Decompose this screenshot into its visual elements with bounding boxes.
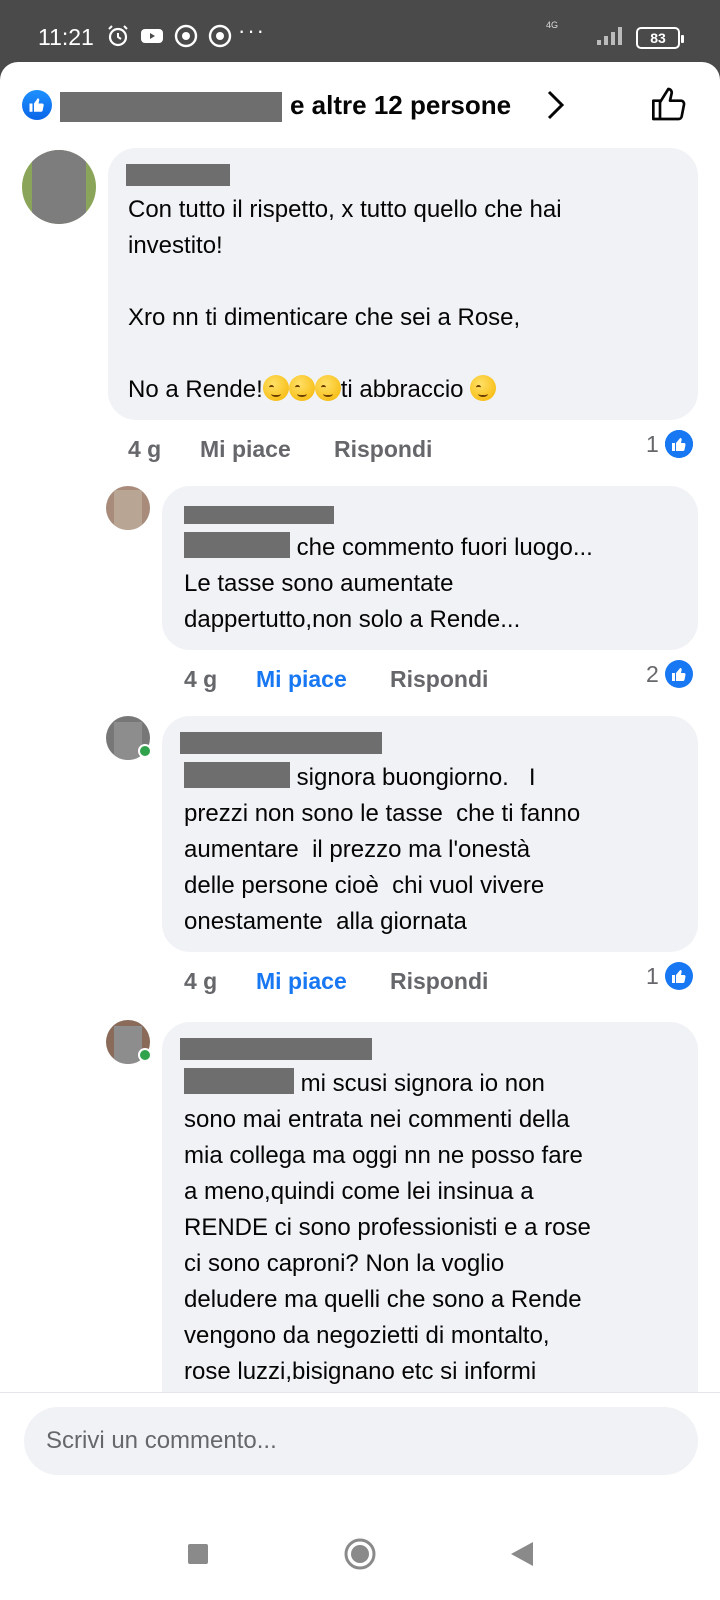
redacted-mention: [184, 1068, 294, 1094]
hug-emoji-icon: [470, 375, 497, 401]
comment-bubble: signora buongiorno. I prezzi non sono le…: [162, 716, 698, 952]
like-reaction-icon: [664, 660, 693, 688]
redacted-author: [126, 164, 230, 186]
status-time: 11:21: [38, 24, 94, 50]
like-reaction-icon: [664, 962, 693, 990]
chrome-icon: [174, 24, 198, 48]
status-bar: 11:21 ··· 4G 83: [0, 0, 720, 68]
smirk-emoji-icon: [314, 375, 341, 401]
comment-bubble: mi scusi signora io non sono mai entrata…: [162, 1022, 698, 1442]
smirk-emoji-icon: [288, 375, 315, 401]
reply-button[interactable]: Rispondi: [334, 436, 432, 463]
comment-age: 4 g: [184, 968, 218, 994]
chrome-icon-2: [208, 24, 232, 48]
reactions-header[interactable]: e altre 12 persone: [0, 62, 720, 150]
redacted-author: [180, 732, 382, 754]
back-icon[interactable]: [504, 1536, 540, 1572]
like-count[interactable]: 1: [646, 962, 693, 990]
more-notifications-icon: ···: [238, 18, 266, 43]
redacted-author: [180, 1038, 372, 1060]
redacted-author: [184, 506, 334, 524]
like-button-icon[interactable]: [650, 84, 690, 124]
status-right: 4G 83: [546, 20, 684, 51]
comment-bubble: che commento fuori luogo... Le tasse son…: [162, 486, 698, 650]
recents-icon[interactable]: [180, 1536, 216, 1572]
comments-sheet: e altre 12 persone Con tutto il rispetto…: [0, 62, 720, 1600]
online-status-icon: [138, 1048, 152, 1062]
system-nav-bar: [0, 1500, 720, 1600]
reply-button[interactable]: Rispondi: [390, 968, 488, 995]
like-count[interactable]: 2: [646, 660, 693, 688]
comment-text: mi scusi signora io non sono mai entrata…: [184, 1068, 591, 1385]
comment-input[interactable]: [24, 1407, 698, 1475]
chevron-right-icon[interactable]: [545, 88, 567, 122]
network-type: 4G: [546, 20, 559, 30]
avatar[interactable]: [106, 486, 150, 530]
redacted-mention: [184, 532, 290, 558]
comment-text: Con tutto il rispetto, x tutto quello ch…: [128, 196, 562, 403]
redacted-mention: [184, 762, 290, 788]
avatar[interactable]: [22, 150, 96, 224]
online-status-icon: [138, 744, 152, 758]
reactors-summary: e altre 12 persone: [290, 90, 512, 120]
like-button[interactable]: Mi piace: [256, 968, 390, 995]
youtube-icon: [140, 24, 164, 48]
home-icon[interactable]: [342, 1536, 378, 1572]
smirk-emoji-icon: [262, 375, 289, 401]
comment-text: che commento fuori luogo... Le tasse son…: [184, 532, 593, 633]
like-reaction-icon: [22, 90, 52, 120]
notification-icons: [106, 24, 232, 48]
like-button[interactable]: Mi piace: [256, 666, 390, 693]
comment-age: 4 g: [128, 436, 162, 462]
signal-icon: [596, 24, 626, 51]
alarm-icon: [106, 24, 130, 48]
comment-age: 4 g: [184, 666, 218, 692]
comment-bubble: Con tutto il rispetto, x tutto quello ch…: [108, 148, 698, 420]
comment-meta: 4 g Mi piace Rispondi: [184, 968, 488, 995]
like-count[interactable]: 1: [646, 430, 693, 458]
battery-icon: 83: [636, 26, 684, 49]
comment-text: signora buongiorno. I prezzi non sono le…: [184, 762, 581, 935]
comment-meta: 4 g Mi piace Rispondi: [128, 436, 432, 463]
like-reaction-icon: [664, 430, 693, 458]
redacted-name: [60, 92, 282, 122]
comment-meta: 4 g Mi piace Rispondi: [184, 666, 488, 693]
reply-button[interactable]: Rispondi: [390, 666, 488, 693]
like-button[interactable]: Mi piace: [200, 436, 334, 463]
